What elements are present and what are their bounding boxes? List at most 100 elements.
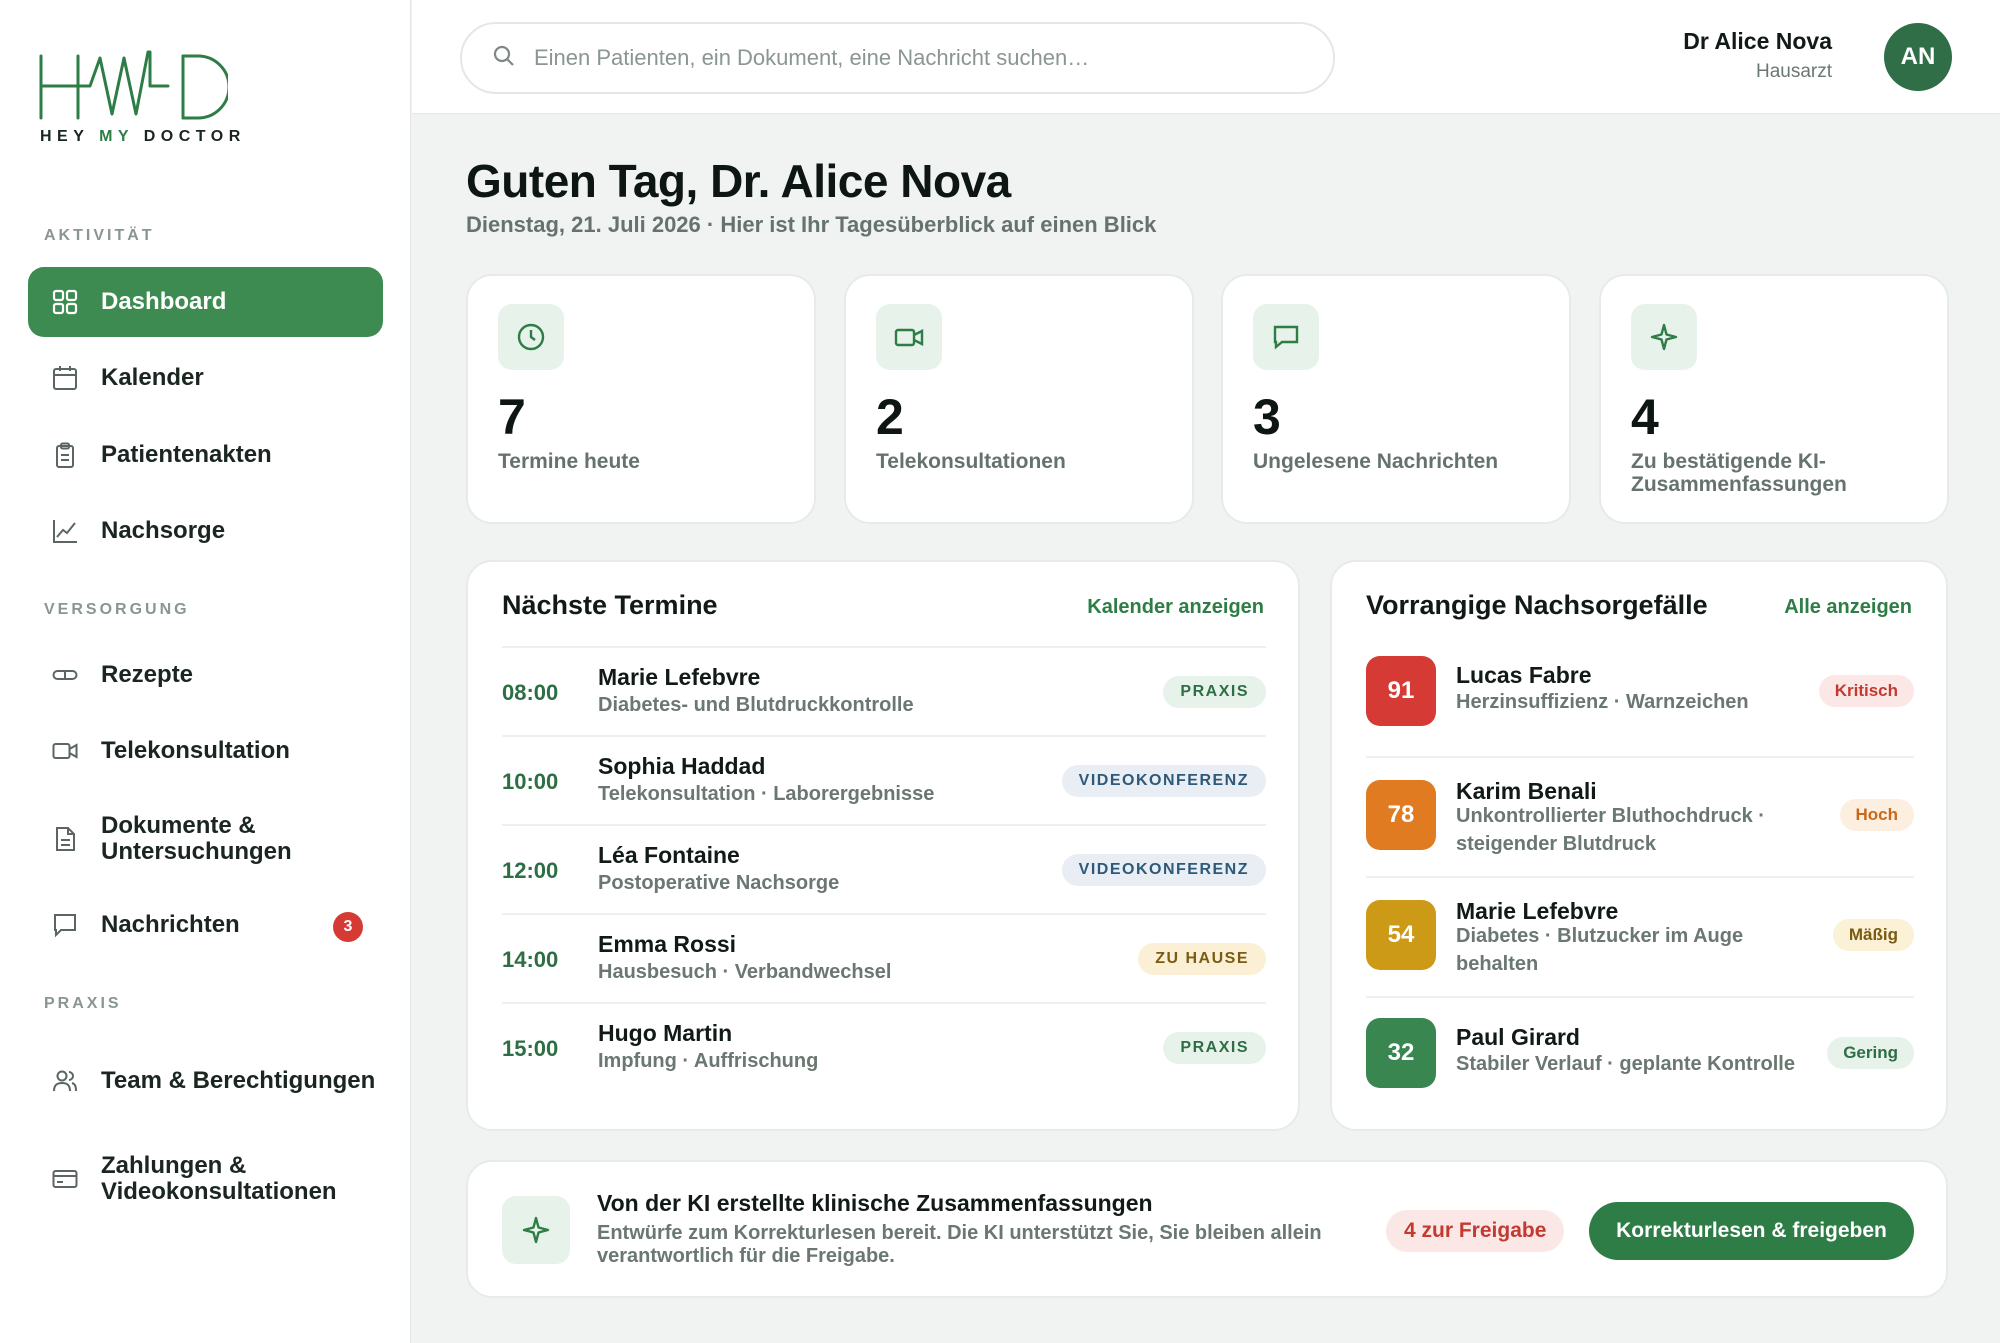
stat-card-messages[interactable]: 3 Ungelesene Nachrichten: [1221, 274, 1571, 524]
patient-name: Lucas Fabre: [1456, 662, 1592, 688]
logo-mark-icon: [39, 50, 228, 120]
appointment-time: 14:00: [502, 947, 559, 972]
sidebar-item-rezepte[interactable]: Rezepte: [28, 640, 383, 710]
view-calendar-link[interactable]: Kalender anzeigen: [1087, 596, 1264, 619]
appointment-time: 10:00: [502, 769, 559, 794]
appointment-reason: Telekonsultation · Laborergebnisse: [598, 783, 935, 805]
appointment-time: 08:00: [502, 680, 559, 705]
stat-value: 3: [1253, 389, 1281, 445]
followup-case-row[interactable]: 32 Paul Girard Stabiler Verlauf · geplan…: [1366, 996, 1914, 1106]
top-header: Dr Alice Nova Hausarzt AN: [412, 0, 2000, 114]
priority-badge: Kritisch: [1818, 675, 1914, 707]
avatar[interactable]: AN: [1884, 23, 1952, 91]
followup-case-row[interactable]: 78 Karim Benali Unkontrollierter Bluthoc…: [1366, 756, 1914, 876]
credit-card-icon: [50, 1164, 80, 1194]
followup-case-row[interactable]: 54 Marie Lefebvre Diabetes · Blutzucker …: [1366, 876, 1914, 996]
risk-score: 91: [1366, 656, 1436, 726]
ai-summary-title: Von der KI erstellte klinische Zusammenf…: [597, 1190, 1153, 1216]
hey-my-doctor-logo[interactable]: HEY MY DOCTOR: [38, 48, 240, 158]
sidebar-item-label: Zahlungen & Videokonsultationen: [101, 1152, 337, 1205]
stat-label: Telekonsultationen: [876, 450, 1066, 473]
user-info[interactable]: Dr Alice Nova Hausarzt: [1683, 28, 1832, 83]
patient-name: Hugo Martin: [598, 1020, 733, 1046]
clipboard-icon: [50, 440, 80, 470]
priority-badge: Mäßig: [1832, 919, 1914, 951]
patient-name: Karim Benali: [1456, 778, 1597, 804]
ai-summary-banner: Von der KI erstellte klinische Zusammenf…: [466, 1160, 1948, 1298]
sidebar-item-nachsorge[interactable]: Nachsorge: [28, 496, 383, 566]
priority-badge: Hoch: [1839, 799, 1914, 831]
appointment-row[interactable]: 10:00 Sophia Haddad Telekonsultation · L…: [502, 735, 1266, 825]
patient-name: Marie Lefebvre: [1456, 898, 1619, 924]
appointment-type-tag: PRAXIS: [1163, 1032, 1266, 1064]
appointment-time: 15:00: [502, 1036, 559, 1061]
search-input[interactable]: [534, 45, 1294, 71]
appointment-row[interactable]: 14:00 Emma Rossi Hausbesuch · Verbandwec…: [502, 913, 1266, 1003]
sidebar-item-label: Patientenakten: [101, 441, 272, 468]
review-and-approve-button[interactable]: Korrekturlesen & freigeben: [1589, 1202, 1914, 1260]
case-reason: Stabiler Verlauf · geplante Kontrolle: [1456, 1053, 1795, 1075]
sidebar-item-dashboard[interactable]: Dashboard: [28, 267, 383, 337]
appointment-row[interactable]: 15:00 Hugo Martin Impfung · Auffrischung…: [502, 1002, 1266, 1092]
users-icon: [50, 1066, 80, 1096]
upcoming-appointments-panel: Nächste Termine Kalender anzeigen 08:00 …: [466, 560, 1300, 1131]
stat-value: 2: [876, 389, 904, 445]
appointment-reason: Hausbesuch · Verbandwechsel: [598, 961, 892, 983]
patient-name: Emma Rossi: [598, 931, 737, 957]
sparkle-icon: [1631, 304, 1697, 370]
pending-approval-badge: 4 zur Freigabe: [1386, 1210, 1565, 1252]
appointment-reason: Impfung · Auffrischung: [598, 1050, 819, 1072]
case-reason: Diabetes · Blutzucker im Auge behalten: [1456, 925, 1744, 975]
message-icon: [50, 910, 80, 940]
sidebar-item-team[interactable]: Team & Berechtigungen: [28, 1045, 383, 1117]
clock-icon: [498, 304, 564, 370]
stat-card-appointments[interactable]: 7 Termine heute: [466, 274, 816, 524]
view-all-link[interactable]: Alle anzeigen: [1784, 596, 1912, 619]
stat-value: 4: [1631, 389, 1659, 445]
sidebar-item-label: Nachsorge: [101, 517, 226, 544]
sidebar-item-telekonsultation[interactable]: Telekonsultation: [28, 716, 383, 786]
sparkle-icon: [502, 1196, 570, 1264]
stat-card-ai-summaries[interactable]: 4 Zu bestätigende KI-Zusammenfassungen: [1599, 274, 1949, 524]
video-icon: [876, 304, 942, 370]
sidebar-item-label: Dokumente & Untersuchungen: [101, 812, 292, 865]
stat-value: 7: [498, 389, 526, 445]
unread-count-badge: 3: [333, 912, 363, 942]
search-bar[interactable]: [460, 22, 1335, 94]
video-icon: [50, 736, 80, 766]
appointment-time: 12:00: [502, 858, 559, 883]
followup-case-row[interactable]: 91 Lucas Fabre Herzinsuffizienz · Warnze…: [1366, 656, 1914, 756]
section-label-aktivitaet: AKTIVITÄT: [44, 227, 155, 244]
stat-label: Ungelesene Nachrichten: [1253, 450, 1499, 473]
user-role: Hausarzt: [1755, 61, 1832, 82]
page-title: Guten Tag, Dr. Alice Nova: [466, 155, 1011, 207]
section-label-versorgung: VERSORGUNG: [44, 601, 190, 618]
pill-icon: [50, 660, 80, 690]
ai-summary-description: Entwürfe zum Korrekturlesen bereit. Die …: [597, 1222, 1322, 1267]
patient-name: Léa Fontaine: [598, 842, 740, 868]
page-subtitle: Dienstag, 21. Juli 2026 · Hier ist Ihr T…: [466, 212, 1157, 237]
stat-label: Termine heute: [498, 450, 640, 473]
appointment-type-tag: ZU HAUSE: [1138, 943, 1266, 975]
sidebar-item-zahlungen[interactable]: Zahlungen & Videokonsultationen: [28, 1143, 383, 1215]
priority-followup-panel: Vorrangige Nachsorgefälle Alle anzeigen …: [1330, 560, 1948, 1131]
stat-label: Zu bestätigende KI-Zusammenfassungen: [1631, 450, 1847, 496]
stat-card-teleconsultations[interactable]: 2 Telekonsultationen: [844, 274, 1194, 524]
sidebar-item-label: Kalender: [101, 364, 204, 391]
sidebar-item-patientenakten[interactable]: Patientenakten: [28, 420, 383, 490]
chart-line-icon: [50, 516, 80, 546]
sidebar-item-dokumente[interactable]: Dokumente & Untersuchungen: [28, 803, 383, 875]
sidebar-item-nachrichten[interactable]: Nachrichten 3: [28, 890, 383, 960]
grid-icon: [50, 287, 80, 317]
patient-name: Sophia Haddad: [598, 753, 766, 779]
panel-title: Nächste Termine: [502, 590, 718, 620]
risk-score: 78: [1366, 780, 1436, 850]
appointment-type-tag: PRAXIS: [1163, 676, 1266, 708]
logo-wordmark: HEY MY DOCTOR: [40, 128, 246, 145]
sidebar-item-label: Nachrichten: [101, 911, 240, 938]
appointment-row[interactable]: 12:00 Léa Fontaine Postoperative Nachsor…: [502, 824, 1266, 914]
sidebar-item-label: Telekonsultation: [101, 737, 290, 764]
sidebar-item-label: Team & Berechtigungen: [101, 1067, 376, 1094]
appointment-row[interactable]: 08:00 Marie Lefebvre Diabetes- und Blutd…: [502, 646, 1266, 736]
sidebar-item-kalender[interactable]: Kalender: [28, 343, 383, 413]
